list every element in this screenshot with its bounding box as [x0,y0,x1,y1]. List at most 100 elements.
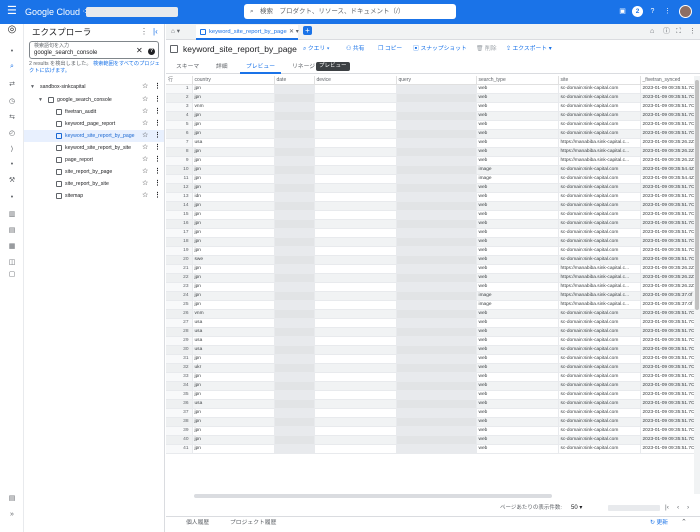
vertical-scroll-thumb[interactable] [695,80,699,310]
more-vert-icon[interactable]: ⋮ [154,166,161,178]
snapshot-button[interactable]: ▣ スナップショット [413,44,467,54]
rows-per-page-select[interactable]: 50 ▾ [571,503,582,513]
column-header[interactable]: _fivetran_synced [640,76,694,85]
personal-history-tab[interactable]: 個人履歴 [186,519,209,528]
copy-button[interactable]: ❐ コピー [378,44,402,54]
chevron-down-icon[interactable]: ▼ [38,94,43,106]
tree-table-row[interactable]: site_report_by_page ☆ ⋮ [24,166,164,178]
star-icon[interactable]: ☆ [142,166,148,178]
tree-table-row[interactable]: site_report_by_site ☆ ⋮ [24,178,164,190]
global-search-input[interactable]: ⌕ 検索 プロダクト、リソース、ドキュメント（/） [244,4,456,19]
column-header[interactable]: search_type [476,76,559,85]
tree-table-row-selected[interactable]: keyword_site_report_by_page ☆ ⋮ [24,130,164,142]
project-history-tab[interactable]: プロジェクト履歴 [230,519,276,528]
tab-label[interactable]: keyword_site_report_by_page [209,28,287,36]
tree-table-row[interactable]: sitemap ☆ ⋮ [24,190,164,202]
fullscreen-icon[interactable]: ⛶ [676,27,681,37]
more-vert-icon[interactable]: ⋮ [154,118,161,130]
tab-lineage[interactable]: リネージ [292,62,315,72]
cell-device [314,228,397,238]
reservations-icon[interactable]: ▦ [0,242,24,252]
star-icon[interactable]: ☆ [142,142,148,154]
hamburger-icon[interactable]: ☰ [7,5,17,18]
more-vert-icon[interactable]: ⋮ [154,154,161,166]
policy-icon[interactable]: ◫ [0,258,24,268]
capacity-icon[interactable]: ▤ [0,226,24,236]
bigquery-logo-icon[interactable]: ◎ [0,24,24,36]
star-icon[interactable]: ☆ [142,106,148,118]
home-tab-icon[interactable]: ⌂ ▾ [171,27,180,37]
column-header[interactable]: query [396,76,477,85]
column-header[interactable]: date [274,76,315,85]
star-icon[interactable]: ☆ [142,130,148,142]
tree-dataset[interactable]: ▼ google_search_console ☆ ⋮ [24,94,164,106]
lock-icon[interactable]: ▢ [0,270,24,280]
more-vert-icon[interactable]: ⋮ [154,94,161,106]
avatar[interactable] [679,5,692,18]
transfers-icon[interactable]: ⇆ [0,113,24,123]
star-icon[interactable]: ☆ [142,178,148,190]
column-header[interactable]: site [558,76,641,85]
prev-page-icon[interactable]: ‹ [677,503,679,513]
analytics-hub-icon[interactable]: ⇄ [0,80,24,90]
add-tab-button[interactable]: + [303,26,312,35]
home-icon[interactable]: ⌂ [650,27,654,37]
more-vert-icon[interactable]: ⋮ [154,106,161,118]
rail-dot-icon[interactable]: • [0,160,24,170]
tree-table-row[interactable]: fivetran_audit ☆ ⋮ [24,106,164,118]
more-vert-icon[interactable]: ⋮ [662,6,673,17]
tree-table-row[interactable]: page_report ☆ ⋮ [24,154,164,166]
dataform-icon[interactable]: ⟩ [0,145,24,155]
horizontal-scrollbar[interactable] [194,494,552,498]
help-icon[interactable]: ? [148,48,155,55]
more-vert-icon[interactable]: ⋮ [689,27,696,37]
search-nav-icon[interactable]: ⌕ [0,62,24,72]
tab-schema[interactable]: スキーマ [176,62,199,72]
history-icon[interactable]: ◷ [0,97,24,107]
star-icon[interactable]: ☆ [142,81,148,93]
google-cloud-logo[interactable]: Google Cloud [25,6,80,18]
wrench-icon[interactable]: ⚒ [0,176,24,186]
more-vert-icon[interactable]: ⋮ [154,178,161,190]
monitoring-icon[interactable]: ▥ [0,210,24,220]
expand-less-icon[interactable]: ⌃ [681,518,687,527]
tree-table-row[interactable]: keyword_site_report_by_site ☆ ⋮ [24,142,164,154]
project-picker[interactable] [86,7,178,17]
close-tab-icon[interactable]: ✕ ▾ [289,27,299,37]
more-vert-icon[interactable]: ⋮ [154,130,161,142]
settings-icon[interactable]: • [0,193,24,203]
star-icon[interactable]: ☆ [142,190,148,202]
clear-search-icon[interactable]: ✕ [136,47,143,55]
notification-badge[interactable]: 2 [632,6,643,17]
collapse-panel-icon[interactable]: |‹ [153,26,158,38]
expand-icon[interactable]: • [0,47,24,57]
more-vert-icon[interactable]: ⋮ [154,190,161,202]
tab-details[interactable]: 詳細 [216,62,228,72]
scheduled-queries-icon[interactable]: ◴ [0,129,24,139]
tree-project[interactable]: ▼ sandbox-sinkcapital ☆ ⋮ [24,81,164,93]
column-header[interactable]: device [314,76,397,85]
star-icon[interactable]: ☆ [142,154,148,166]
query-button[interactable]: ⌕ クエリ ▾ [303,44,329,54]
refresh-button[interactable]: ↻ 更新 [650,519,668,528]
star-icon[interactable]: ☆ [142,94,148,106]
chevron-down-icon[interactable]: ▼ [30,81,35,93]
tab-preview[interactable]: プレビュー [240,62,281,74]
more-vert-icon[interactable]: ⋮ [154,81,161,93]
next-page-icon[interactable]: › [687,503,689,513]
more-vert-icon[interactable]: ⋮ [154,142,161,154]
column-header[interactable]: country [192,76,275,85]
export-button[interactable]: ⇪ エクスポート ▾ [506,44,552,54]
star-icon[interactable]: ☆ [142,118,148,130]
first-page-icon[interactable]: |‹ [665,503,669,513]
help-icon[interactable]: ? [647,6,658,17]
tree-table-row[interactable]: keyword_page_report ☆ ⋮ [24,118,164,130]
cloud-shell-icon[interactable]: ▣ [617,6,628,17]
more-vert-icon[interactable]: ⋮ [140,26,148,38]
info-icon[interactable]: ⓘ [663,27,670,37]
share-button[interactable]: ⚇ 共有 [346,44,364,54]
search-value[interactable]: google_search_console [34,50,97,57]
delete-button[interactable]: 🗑 削除 [476,44,497,54]
release-notes-icon[interactable]: ▤ [0,494,24,504]
collapse-rail-icon[interactable]: » [0,510,24,520]
